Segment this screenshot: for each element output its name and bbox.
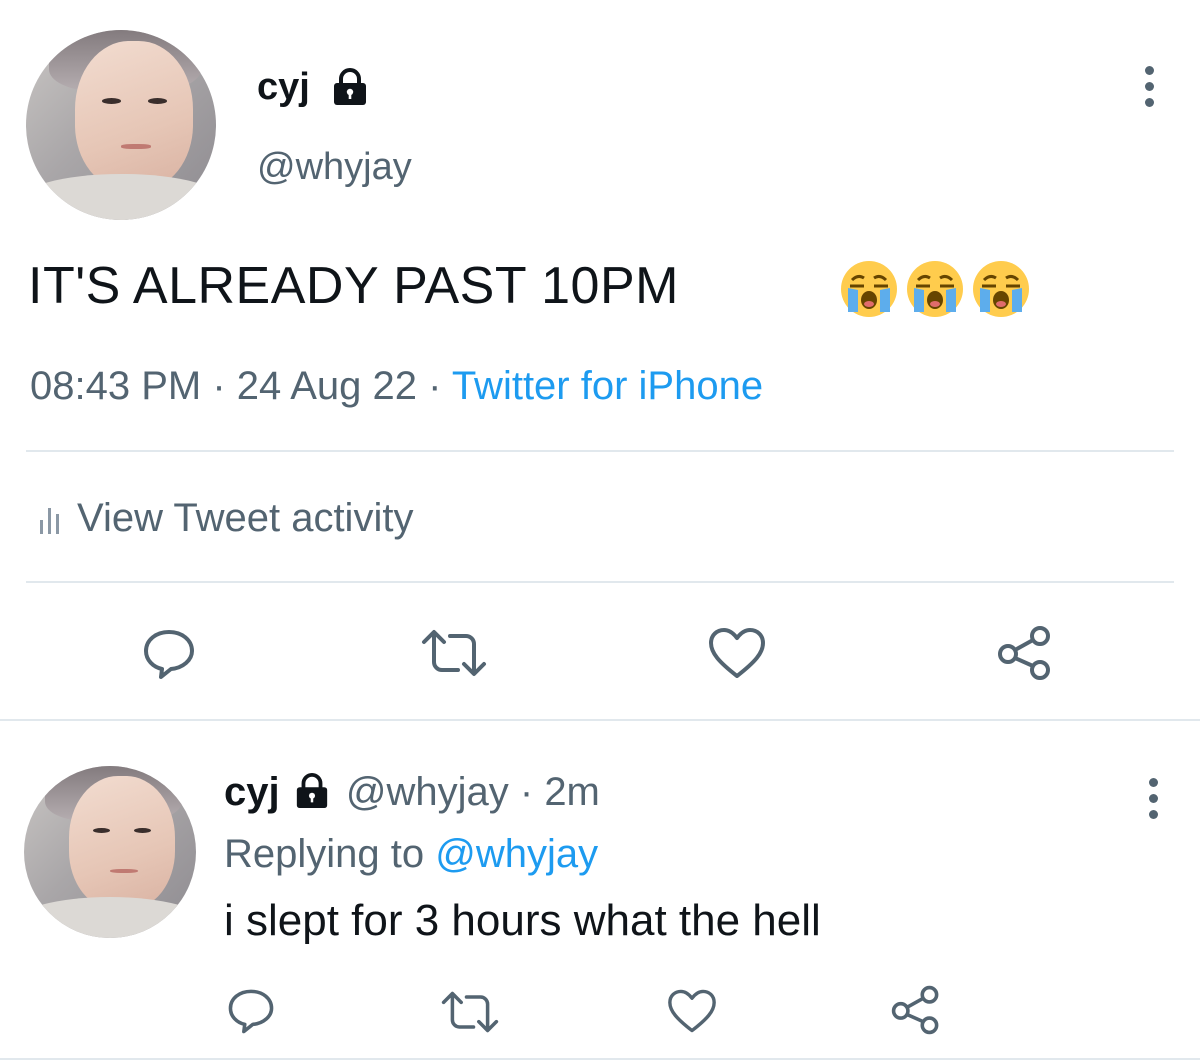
like-icon[interactable] <box>666 988 718 1034</box>
author-handle[interactable]: @whyjay <box>257 146 412 189</box>
like-icon[interactable] <box>707 626 767 680</box>
tweet-separator <box>0 1058 1200 1060</box>
author-name[interactable]: cyj <box>257 66 310 109</box>
author-avatar[interactable] <box>26 30 216 220</box>
reply-icon[interactable] <box>141 626 197 682</box>
reply-author-avatar[interactable] <box>24 766 196 938</box>
reply-author-name[interactable]: cyj <box>224 770 280 814</box>
divider <box>26 581 1174 583</box>
replying-to: Replying to @whyjay <box>224 832 598 877</box>
reply-author-handle[interactable]: @whyjay <box>346 770 509 814</box>
view-activity-label: View Tweet activity <box>77 496 414 540</box>
meta-separator: · <box>428 364 442 408</box>
activity-chart-icon <box>40 504 59 534</box>
reply-text: i slept for 3 hours what the hell <box>224 896 821 945</box>
tweet-separator <box>0 719 1200 721</box>
emoji-group <box>838 258 1036 325</box>
reply-separator: · <box>519 770 534 814</box>
tweet-source-link[interactable]: Twitter for iPhone <box>452 364 763 408</box>
tweet-time: 08:43 PM <box>30 364 202 408</box>
replying-mention-link[interactable]: @whyjay <box>435 832 598 876</box>
divider <box>26 450 1174 452</box>
reply-header: cyj @whyjay · 2m <box>224 770 600 815</box>
meta-separator: · <box>212 364 226 408</box>
share-icon[interactable] <box>890 984 942 1036</box>
loudly-crying-face-icon <box>904 258 966 320</box>
lock-icon <box>296 773 327 809</box>
tweet-meta: 08:43 PM · 24 Aug 22 · Twitter for iPhon… <box>30 364 763 409</box>
share-icon[interactable] <box>996 624 1054 682</box>
lock-icon <box>334 68 366 105</box>
tweet-date[interactable]: 24 Aug 22 <box>237 364 417 408</box>
more-options-icon[interactable] <box>1143 66 1155 114</box>
replying-prefix: Replying to <box>224 832 425 876</box>
more-options-icon[interactable] <box>1147 778 1159 826</box>
reply-icon[interactable] <box>226 986 276 1036</box>
reply-age[interactable]: 2m <box>544 770 600 814</box>
tweet-text: IT'S ALREADY PAST 10PM <box>28 257 679 315</box>
retweet-icon[interactable] <box>440 990 500 1034</box>
view-activity-button[interactable]: View Tweet activity <box>40 496 413 541</box>
retweet-icon[interactable] <box>420 628 488 678</box>
loudly-crying-face-icon <box>970 258 1032 320</box>
loudly-crying-face-icon <box>838 258 900 320</box>
